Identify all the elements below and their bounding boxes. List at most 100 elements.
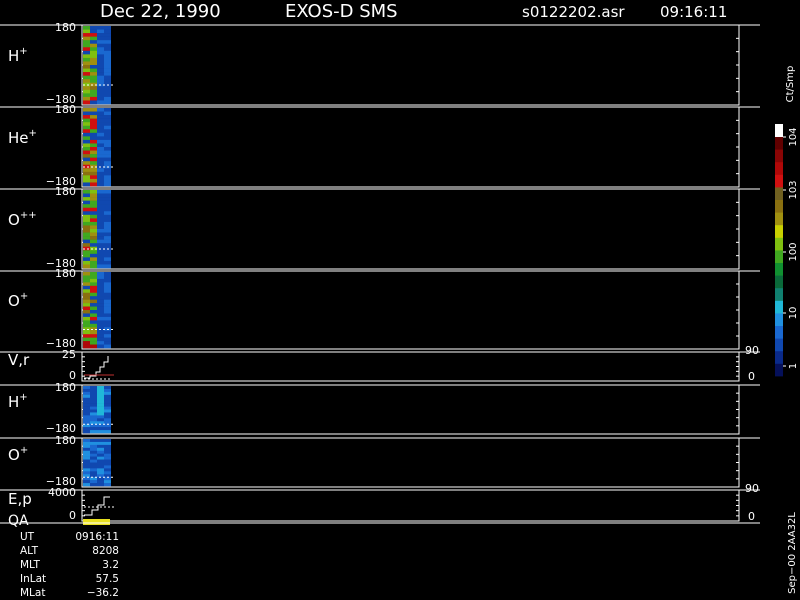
- sms-spectrogram-plot: Dec 22, 1990 EXOS-D SMS s0122202.asr 09:16:…: [0, 1, 799, 594]
- spectrogram-cell: [90, 139, 97, 144]
- spectrogram-cell: [90, 168, 97, 173]
- spectrogram-cell: [104, 260, 111, 265]
- spectrogram-cell: [97, 468, 104, 472]
- spectrogram-cell: [90, 161, 97, 166]
- spectrogram-cell: [104, 43, 111, 48]
- colorbar-segment: [775, 149, 783, 163]
- axis-label-ymax: 180: [55, 267, 76, 280]
- spectrogram-cell: [83, 111, 90, 116]
- spectrogram-cell: [104, 427, 111, 431]
- spectrogram-cell: [104, 412, 111, 416]
- spectrogram-cell: [97, 154, 104, 158]
- spectrogram-cell: [90, 272, 97, 276]
- spectrogram-cell: [90, 253, 97, 258]
- spectrogram-cell: [104, 341, 111, 345]
- spectrogram-cell: [104, 278, 111, 283]
- spectrogram-cell: [104, 409, 111, 413]
- spectrogram-cell: [97, 439, 104, 443]
- spectrogram-cell: [97, 236, 104, 240]
- spectrogram-cell: [104, 415, 111, 419]
- spectrogram-cell: [90, 403, 97, 407]
- spectrogram-cell: [90, 75, 97, 80]
- spectrogram-cell: [83, 450, 90, 454]
- spectrogram-cell: [90, 468, 97, 472]
- spectrogram-cell: [83, 175, 90, 180]
- spectrogram-cell: [97, 444, 104, 449]
- spectrogram-cell: [83, 459, 90, 463]
- spectrogram-cell: [83, 412, 90, 416]
- spectrogram-cell: [83, 190, 90, 194]
- spectrogram-cell: [97, 316, 104, 321]
- spectrogram-cell: [104, 182, 111, 187]
- spectrogram-cell: [90, 115, 97, 119]
- spectrogram-cell: [90, 409, 97, 413]
- spectrogram-cell: [104, 468, 111, 472]
- spectrogram-cell: [104, 292, 111, 297]
- spectrogram-cell: [104, 118, 111, 123]
- spectrogram-cell: [90, 260, 97, 265]
- spectrogram-cell: [90, 462, 97, 466]
- spectrogram-cell: [97, 218, 104, 223]
- spectrogram-cell: [104, 40, 111, 45]
- spectrogram-cell: [83, 243, 90, 248]
- spectrogram-cell: [97, 409, 104, 413]
- spectrogram-cell: [97, 36, 104, 41]
- spectrogram-cell: [90, 150, 97, 155]
- spectrogram-cell: [104, 61, 111, 66]
- spectrogram-cell: [104, 330, 111, 335]
- spectrogram-cell: [90, 200, 97, 205]
- spectrogram-cell: [83, 154, 90, 158]
- spectrogram-cell: [83, 93, 90, 98]
- spectrogram-cell: [104, 483, 111, 487]
- spectrogram-cell: [97, 427, 104, 431]
- spectrogram-cell: [97, 285, 104, 290]
- axis-label-right-top: 90: [745, 344, 759, 357]
- spectrogram-cell: [90, 125, 97, 130]
- spectrogram-cell: [83, 132, 90, 137]
- colorbar-segment: [775, 212, 783, 226]
- spectrogram-cell: [104, 272, 111, 276]
- panel-frame-h-plus: [81, 24, 740, 106]
- spectrogram-cell: [104, 232, 111, 237]
- spectrogram-cell: [83, 282, 90, 287]
- spectrogram-cell: [97, 453, 104, 457]
- spectrogram-cell: [90, 465, 97, 469]
- spectrogram-cell: [97, 471, 104, 475]
- spectrogram-cell: [104, 93, 111, 98]
- spectrogram-cell: [104, 193, 111, 198]
- spectrogram-cell: [90, 264, 97, 269]
- spectrogram-cell: [90, 68, 97, 73]
- spectrogram-cell: [90, 33, 97, 37]
- spectrogram-cell: [83, 100, 90, 105]
- spectrogram-cell: [104, 313, 111, 318]
- spectrogram-cell: [90, 313, 97, 318]
- spectrogram-cell: [83, 171, 90, 176]
- spectrogram-cell: [90, 143, 97, 148]
- spectrogram-cell: [90, 337, 97, 342]
- spectrogram-cell: [90, 299, 97, 304]
- spectrogram-cell: [90, 122, 97, 127]
- spectrogram-cell: [97, 239, 104, 244]
- spectrogram-cell: [90, 129, 97, 134]
- spectrogram-cell: [97, 289, 104, 294]
- panel-label-superscript: +: [20, 291, 28, 302]
- spectrogram-cell: [90, 316, 97, 321]
- spectrogram-cell: [104, 190, 111, 194]
- spectrogram-cell: [83, 40, 90, 45]
- spectrogram-cell: [90, 93, 97, 98]
- spectrogram-cell: [83, 289, 90, 294]
- spectrogram-cell: [83, 334, 90, 338]
- spectrogram-cell: [90, 43, 97, 48]
- spectrogram-cell: [83, 157, 90, 162]
- spectrogram-cell: [90, 236, 97, 240]
- spectrogram-cell: [83, 320, 90, 325]
- panel-label-o-plus: O+: [8, 291, 28, 310]
- spectrogram-cell: [90, 306, 97, 311]
- spectrogram-cell: [83, 33, 90, 37]
- spectrogram-cell: [97, 75, 104, 80]
- spectrogram-cell: [83, 182, 90, 187]
- colorbar-segment: [775, 338, 783, 352]
- spectrogram-cell: [104, 221, 111, 226]
- spectrogram-cell: [83, 68, 90, 73]
- spectrogram-cell: [97, 40, 104, 45]
